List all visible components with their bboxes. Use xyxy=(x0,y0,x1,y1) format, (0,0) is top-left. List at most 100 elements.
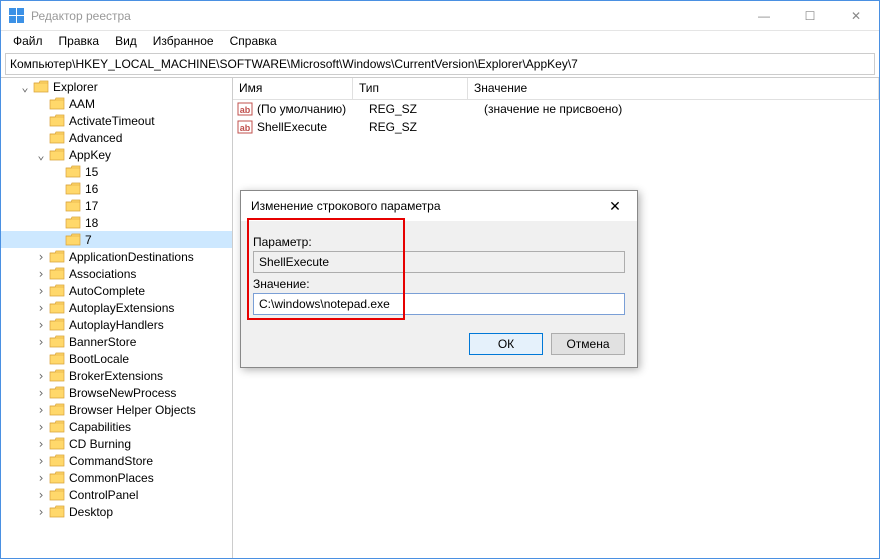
tree-item-browser-helper-objects[interactable]: › Browser Helper Objects xyxy=(1,401,232,418)
expand-icon[interactable]: › xyxy=(33,369,49,383)
expand-icon[interactable]: › xyxy=(33,403,49,417)
tree-item-7[interactable]: ·7 xyxy=(1,231,232,248)
folder-icon xyxy=(49,488,65,502)
tree-view[interactable]: ⌄ Explorer·AAM·ActivateTimeout·Advanced ⌄ A… xyxy=(1,78,233,558)
ok-button[interactable]: ОК xyxy=(469,333,543,355)
menubar: ФайлПравкаВидИзбранноеСправка xyxy=(1,31,879,51)
folder-icon xyxy=(49,250,65,264)
folder-icon xyxy=(65,216,81,230)
folder-icon xyxy=(49,148,65,162)
tree-item-16[interactable]: ·16 xyxy=(1,180,232,197)
col-type[interactable]: Тип xyxy=(353,78,468,99)
cell-name: (По умолчанию) xyxy=(257,102,369,116)
expand-icon[interactable]: › xyxy=(33,420,49,434)
collapse-icon[interactable]: ⌄ xyxy=(33,148,49,162)
close-button[interactable]: ✕ xyxy=(833,1,879,31)
tree-label: Browser Helper Objects xyxy=(69,403,196,417)
folder-icon xyxy=(49,437,65,451)
tree-item-explorer[interactable]: ⌄ Explorer xyxy=(1,78,232,95)
expand-icon[interactable]: › xyxy=(33,301,49,315)
dialog-title: Изменение строкового параметра xyxy=(251,199,603,213)
collapse-icon[interactable]: ⌄ xyxy=(17,80,33,94)
folder-icon xyxy=(65,182,81,196)
expand-icon[interactable]: › xyxy=(33,335,49,349)
maximize-button[interactable]: ☐ xyxy=(787,1,833,31)
tree-label: Explorer xyxy=(53,80,98,94)
tree-item-autoplayhandlers[interactable]: › AutoplayHandlers xyxy=(1,316,232,333)
tree-item-18[interactable]: ·18 xyxy=(1,214,232,231)
folder-icon xyxy=(65,199,81,213)
menu-правка[interactable]: Правка xyxy=(51,32,108,50)
col-name[interactable]: Имя xyxy=(233,78,353,99)
tree-label: 18 xyxy=(85,216,98,230)
folder-icon xyxy=(49,97,65,111)
menu-файл[interactable]: Файл xyxy=(5,32,51,50)
tree-item-commandstore[interactable]: ›CommandStore xyxy=(1,452,232,469)
folder-icon xyxy=(33,80,49,94)
folder-icon xyxy=(49,335,65,349)
param-label: Параметр: xyxy=(253,235,625,249)
tree-label: Associations xyxy=(69,267,136,281)
tree-item-bootlocale[interactable]: ·BootLocale xyxy=(1,350,232,367)
tree-label: Capabilities xyxy=(69,420,131,434)
tree-item-cd-burning[interactable]: ›CD Burning xyxy=(1,435,232,452)
tree-item-bannerstore[interactable]: ›BannerStore xyxy=(1,333,232,350)
cell-value: (значение не присвоено) xyxy=(484,102,879,116)
address-bar[interactable]: Компьютер\HKEY_LOCAL_MACHINE\SOFTWARE\Mi… xyxy=(5,53,875,75)
tree-item-activatetimeout[interactable]: ·ActivateTimeout xyxy=(1,112,232,129)
menu-справка[interactable]: Справка xyxy=(222,32,285,50)
folder-icon xyxy=(49,403,65,417)
expand-icon[interactable]: › xyxy=(33,454,49,468)
tree-item-brokerextensions[interactable]: ›BrokerExtensions xyxy=(1,367,232,384)
tree-item-17[interactable]: ·17 xyxy=(1,197,232,214)
folder-icon xyxy=(49,114,65,128)
expand-icon[interactable]: › xyxy=(33,284,49,298)
tree-item-browsenewprocess[interactable]: › BrowseNewProcess xyxy=(1,384,232,401)
tree-item-autocomplete[interactable]: ›AutoComplete xyxy=(1,282,232,299)
tree-item-associations[interactable]: › Associations xyxy=(1,265,232,282)
list-row[interactable]: ab(По умолчанию)REG_SZ(значение не присв… xyxy=(233,100,879,118)
folder-icon xyxy=(49,352,65,366)
tree-item-appkey[interactable]: ⌄ AppKey xyxy=(1,146,232,163)
folder-icon xyxy=(49,420,65,434)
tree-item-aam[interactable]: ·AAM xyxy=(1,95,232,112)
value-label: Значение: xyxy=(253,277,625,291)
expand-icon[interactable]: › xyxy=(33,386,49,400)
expand-icon[interactable]: › xyxy=(33,267,49,281)
tree-label: CommonPlaces xyxy=(69,471,154,485)
tree-item-advanced[interactable]: ·Advanced xyxy=(1,129,232,146)
minimize-button[interactable]: — xyxy=(741,1,787,31)
tree-item-controlpanel[interactable]: › ControlPanel xyxy=(1,486,232,503)
menu-вид[interactable]: Вид xyxy=(107,32,145,50)
cancel-button[interactable]: Отмена xyxy=(551,333,625,355)
menu-избранное[interactable]: Избранное xyxy=(145,32,222,50)
expand-icon[interactable]: › xyxy=(33,471,49,485)
tree-item-capabilities[interactable]: › Capabilities xyxy=(1,418,232,435)
expand-icon[interactable]: › xyxy=(33,250,49,264)
expand-icon[interactable]: › xyxy=(33,318,49,332)
app-icon xyxy=(9,8,25,24)
dialog-close-button[interactable]: ✕ xyxy=(603,194,627,218)
list-header: Имя Тип Значение xyxy=(233,78,879,100)
tree-label: AppKey xyxy=(69,148,111,162)
tree-label: ActivateTimeout xyxy=(69,114,155,128)
expand-icon[interactable]: › xyxy=(33,437,49,451)
tree-label: BrowseNewProcess xyxy=(69,386,176,400)
tree-item-autoplayextensions[interactable]: › AutoplayExtensions xyxy=(1,299,232,316)
cell-type: REG_SZ xyxy=(369,102,484,116)
list-row[interactable]: abShellExecuteREG_SZ xyxy=(233,118,879,136)
folder-icon xyxy=(49,471,65,485)
tree-label: ControlPanel xyxy=(69,488,138,502)
tree-label: AutoplayExtensions xyxy=(69,301,174,315)
folder-icon xyxy=(49,369,65,383)
tree-item-applicationdestinations[interactable]: ›ApplicationDestinations xyxy=(1,248,232,265)
expand-icon[interactable]: › xyxy=(33,505,49,519)
tree-item-commonplaces[interactable]: › CommonPlaces xyxy=(1,469,232,486)
col-value[interactable]: Значение xyxy=(468,78,879,99)
folder-icon xyxy=(49,454,65,468)
expand-icon[interactable]: › xyxy=(33,488,49,502)
tree-item-15[interactable]: ·15 xyxy=(1,163,232,180)
tree-label: AutoplayHandlers xyxy=(69,318,164,332)
value-input[interactable] xyxy=(253,293,625,315)
tree-item-desktop[interactable]: ›Desktop xyxy=(1,503,232,520)
